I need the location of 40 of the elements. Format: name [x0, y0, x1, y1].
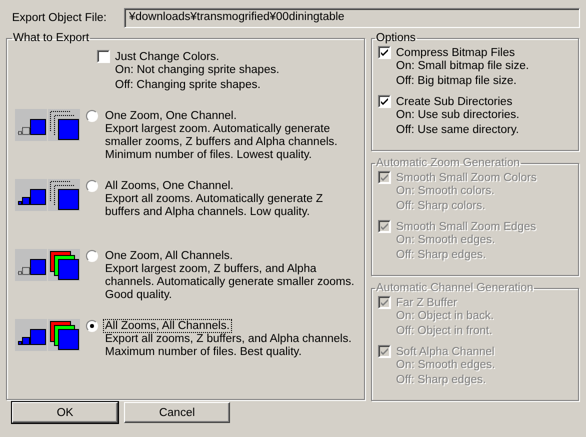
radio-button[interactable]	[86, 110, 98, 122]
file-path-field[interactable]: ¥downloads¥transmogrified¥00diningtable	[124, 8, 580, 28]
hint-text: On: Smooth edges.	[396, 233, 496, 248]
cancel-button[interactable]: Cancel	[124, 402, 230, 423]
group-title: Options	[375, 32, 417, 44]
group-title: What to Export	[12, 32, 90, 44]
checkbox[interactable]	[378, 46, 391, 59]
checkbox-label[interactable]: Compress Bitmap Files	[396, 46, 515, 58]
hint-text: Off: Big bitmap file size.	[396, 74, 518, 89]
hint-text: On: Not changing sprite shapes.	[115, 63, 280, 78]
description-text: Export all zooms. Automatically generate Z buffers and Alpha channels. Low quality.	[105, 193, 324, 219]
checkbox[interactable]	[97, 50, 110, 63]
radio-label[interactable]: One Zoom, One Channel.	[103, 109, 239, 123]
hint-text: Off: Sharp edges.	[396, 248, 487, 263]
radio-label[interactable]: One Zoom, All Channels.	[103, 249, 235, 263]
description-text: Export largest zoom, Z buffers, and Alpha channels. Automatically generate smaller zooms. Good quality.	[105, 263, 355, 302]
hint-text: On: Smooth colors.	[396, 184, 496, 199]
hint-text: Off: Object in front.	[396, 324, 494, 339]
checkbox[interactable]	[378, 95, 391, 108]
hint-text: On: Smooth edges.	[396, 358, 496, 373]
ok-button[interactable]: OK	[12, 402, 118, 423]
radio-label[interactable]: All Zooms, All Channels.	[103, 319, 232, 333]
checkbox-label[interactable]: Create Sub Directories	[396, 96, 512, 108]
description-text: Export all zooms, Z buffers, and Alpha channels. Maximum number of files. Best quality.	[105, 333, 353, 359]
hint-text: Off: Changing sprite shapes.	[115, 78, 262, 93]
radio-button[interactable]	[86, 250, 98, 262]
field-label: Export Object File:	[12, 12, 108, 24]
hint-text: Off: Use same directory.	[396, 123, 520, 138]
hint-text: Off: Sharp colors.	[396, 199, 486, 214]
radio-button[interactable]	[86, 180, 98, 192]
hint-text: On: Use sub directories.	[396, 108, 520, 123]
description-text: Export largest zoom. Automatically generate smaller zooms, Z buffers and Alpha channels. Minimum number of files. Lowest quality.	[105, 123, 338, 162]
radio-button[interactable]	[86, 320, 98, 332]
checkbox-label[interactable]: Just Change Colors.	[115, 50, 220, 62]
hint-text: On: Object in back.	[396, 309, 495, 324]
radio-label[interactable]: All Zooms, One Channel.	[103, 179, 236, 193]
hint-text: Off: Sharp edges.	[396, 373, 487, 388]
hint-text: On: Small bitmap file size.	[396, 59, 530, 74]
group-title: Automatic Zoom Generation	[375, 157, 521, 169]
group-title: Automatic Channel Generation	[375, 282, 534, 294]
